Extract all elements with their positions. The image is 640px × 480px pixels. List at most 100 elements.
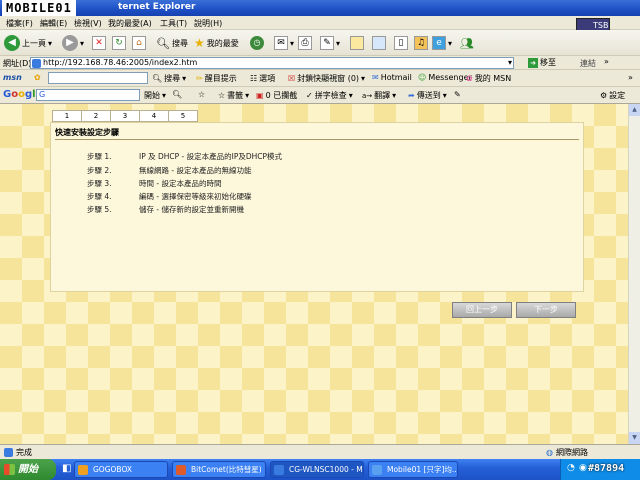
forward-button[interactable]: ▶ ▾	[62, 34, 84, 52]
step-tab-1[interactable]: 1	[52, 110, 82, 122]
status-left: 完成	[4, 447, 32, 458]
step-tab-2[interactable]: 2	[81, 110, 111, 122]
phone-icon: ▯	[394, 36, 408, 50]
google-search-input[interactable]: G	[36, 89, 140, 101]
menu-help[interactable]: 說明(H)	[194, 18, 222, 29]
step-tab-5[interactable]: 5	[168, 110, 198, 122]
taskbar: 開始 ◧ GOGOBOX BitComet(比特彗星) CG-WLNSC1000…	[0, 459, 640, 480]
step-tab-3[interactable]: 3	[110, 110, 140, 122]
divider	[55, 139, 579, 140]
menu-edit[interactable]: 編輯(E)	[40, 18, 67, 29]
google-settings-button[interactable]: ⚙ 設定	[600, 90, 625, 101]
globe-icon: ◍	[546, 448, 553, 457]
menu-view[interactable]: 檢視(V)	[74, 18, 102, 29]
scroll-down-icon[interactable]: ▼	[629, 432, 640, 444]
chevron-double-icon[interactable]: »	[628, 73, 633, 82]
taskbar-item[interactable]: GOGOBOX	[74, 461, 168, 478]
ie-extension-button[interactable]: e ▾	[432, 34, 452, 52]
google-spellcheck-button[interactable]: ✓ 拼字檢查 ▾	[306, 90, 353, 101]
chevron-down-icon: ▾	[448, 38, 453, 48]
menu-file[interactable]: 檔案(F)	[6, 18, 33, 29]
google-star-icon[interactable]: ☆	[198, 90, 205, 99]
bookmark-icon: ☆	[218, 91, 226, 100]
back-step-button[interactable]: 回上一步	[452, 302, 512, 318]
links-button[interactable]: 連結	[580, 58, 596, 69]
scroll-up-icon[interactable]: ▲	[629, 104, 640, 116]
msn-highlight-button[interactable]: ✏ 醒目提示	[196, 73, 237, 84]
start-button[interactable]: 開始	[0, 459, 56, 480]
msn-search-button[interactable]: 🔍︎ 搜尋 ▾	[152, 73, 186, 84]
google-translate-button[interactable]: a→ 翻譯 ▾	[362, 90, 396, 101]
menu-tools[interactable]: 工具(T)	[160, 18, 187, 29]
discuss-button[interactable]	[350, 34, 364, 52]
msn-options-button[interactable]: ☷ 選項	[250, 73, 275, 84]
msn-messenger-button[interactable]: ☺ Messenger	[418, 73, 472, 82]
history-button[interactable]: ◷	[250, 34, 264, 52]
butterfly-icon: ✿	[466, 74, 473, 83]
quick-launch-icon[interactable]: ◧	[62, 463, 71, 474]
edit-icon: ✎	[320, 36, 334, 50]
app-icon	[274, 465, 284, 475]
google-bookmarks-button[interactable]: ☆ 書籤 ▾	[218, 90, 249, 101]
taskbar-item[interactable]: CG-WLNSC1000 - Mi...	[270, 461, 364, 478]
tray-icon[interactable]: ◔	[567, 463, 575, 473]
go-arrow-icon: ➜	[528, 57, 538, 68]
home-button[interactable]: ⌂	[132, 34, 146, 52]
msn-logo[interactable]: msn	[3, 73, 22, 82]
site-logo: MOBILE01	[2, 0, 76, 16]
media-button[interactable]: ♫	[414, 34, 428, 52]
google-popup-blocked-button[interactable]: ▣ 0 已攔截	[256, 90, 297, 101]
chevron-down-icon[interactable]: ▾	[508, 58, 512, 68]
chevron-down-icon: ▾	[182, 74, 187, 83]
page-done-icon	[4, 448, 13, 457]
chevron-down-icon: ▾	[392, 91, 397, 100]
favorites-button[interactable]: ★ 我的最愛	[194, 34, 239, 52]
popup-blocked-icon: ▣	[256, 91, 264, 100]
star-icon: ★	[194, 36, 205, 50]
msn-my-msn-button[interactable]: ✿ 我的 MSN	[466, 73, 511, 84]
mail-icon: ✉	[274, 36, 288, 50]
address-bar: 網址(D) http://192.168.78.46:2005/index2.h…	[0, 56, 640, 70]
pencil-icon[interactable]: ✎	[454, 90, 461, 99]
step-row: 步驟 5. 儲存 - 儲存新的設定並重新開機	[87, 205, 244, 214]
edit-button[interactable]: ✎ ▾	[320, 34, 340, 52]
settings-icon: ⚙	[600, 91, 608, 100]
menu-bar: 檔案(F) 編輯(E) 檢視(V) 我的最愛(A) 工具(T) 說明(H) TS…	[0, 16, 640, 44]
app-icon	[176, 465, 186, 475]
msn-toolbar: msn ✿ 🔍︎ 搜尋 ▾ ✏ 醒目提示 ☷ 選項 ☒ 封鎖快顯視窗 (0) ▾…	[0, 70, 640, 87]
go-button[interactable]: ➜ 移至	[528, 57, 556, 68]
users-button[interactable]: 👥︎	[460, 34, 474, 52]
wizard-panel: 快速安裝設定步驟 步驟 1. IP 及 DHCP - 設定本產品的IP及DHCP模…	[50, 122, 584, 292]
google-send-to-button[interactable]: ➦ 傳送到 ▾	[408, 90, 447, 101]
back-button[interactable]: ◀ 上一頁 ▾	[4, 34, 52, 52]
print-button[interactable]: ⎙	[298, 34, 312, 52]
chevron-double-icon[interactable]: »	[604, 57, 609, 66]
send-icon: ➦	[408, 91, 415, 100]
messenger-button[interactable]: ▯	[394, 34, 408, 52]
title-bar: MOBILE01 ternet Explorer	[0, 0, 640, 16]
tray-icon[interactable]: ◉	[579, 463, 587, 473]
next-step-button[interactable]: 下一步	[516, 302, 576, 318]
taskbar-item[interactable]: BitComet(比特彗星)	[172, 461, 266, 478]
chevron-down-icon: ▾	[245, 91, 250, 100]
status-zone: ◍ 網際網路	[546, 448, 588, 457]
msn-hotmail-button[interactable]: ✉ Hotmail	[372, 73, 412, 82]
address-input[interactable]: http://192.168.78.46:2005/index2.htm ▾	[30, 57, 514, 69]
msn-search-input[interactable]	[48, 72, 148, 84]
msn-popup-blocker-button[interactable]: ☒ 封鎖快顯視窗 (0) ▾	[288, 73, 365, 84]
step-row: 步驟 2. 無線網路 - 設定本產品的無線功能	[87, 166, 252, 175]
research-button[interactable]	[372, 34, 386, 52]
vertical-scrollbar[interactable]: ▲ ▼	[628, 104, 640, 444]
google-toolbar: Google G 開始 ▾ 🔍︎ ☆ ☆ 書籤 ▾ ▣ 0 已攔截 ✓ 拼字檢查…	[0, 87, 640, 104]
chevron-down-icon: ▾	[348, 91, 353, 100]
google-start-button[interactable]: 開始 ▾	[144, 90, 166, 101]
google-search-icon[interactable]: 🔍︎	[172, 90, 182, 99]
menu-favorites[interactable]: 我的最愛(A)	[108, 18, 152, 29]
mail-button[interactable]: ✉ ▾	[274, 34, 294, 52]
stop-button[interactable]: ✕	[92, 34, 106, 52]
refresh-button[interactable]: ↻	[112, 34, 126, 52]
search-button[interactable]: 🔍︎ 搜尋	[156, 34, 188, 52]
page-icon	[32, 59, 41, 68]
step-tab-4[interactable]: 4	[139, 110, 169, 122]
taskbar-item[interactable]: Mobile01 [只字]均...	[368, 461, 458, 478]
